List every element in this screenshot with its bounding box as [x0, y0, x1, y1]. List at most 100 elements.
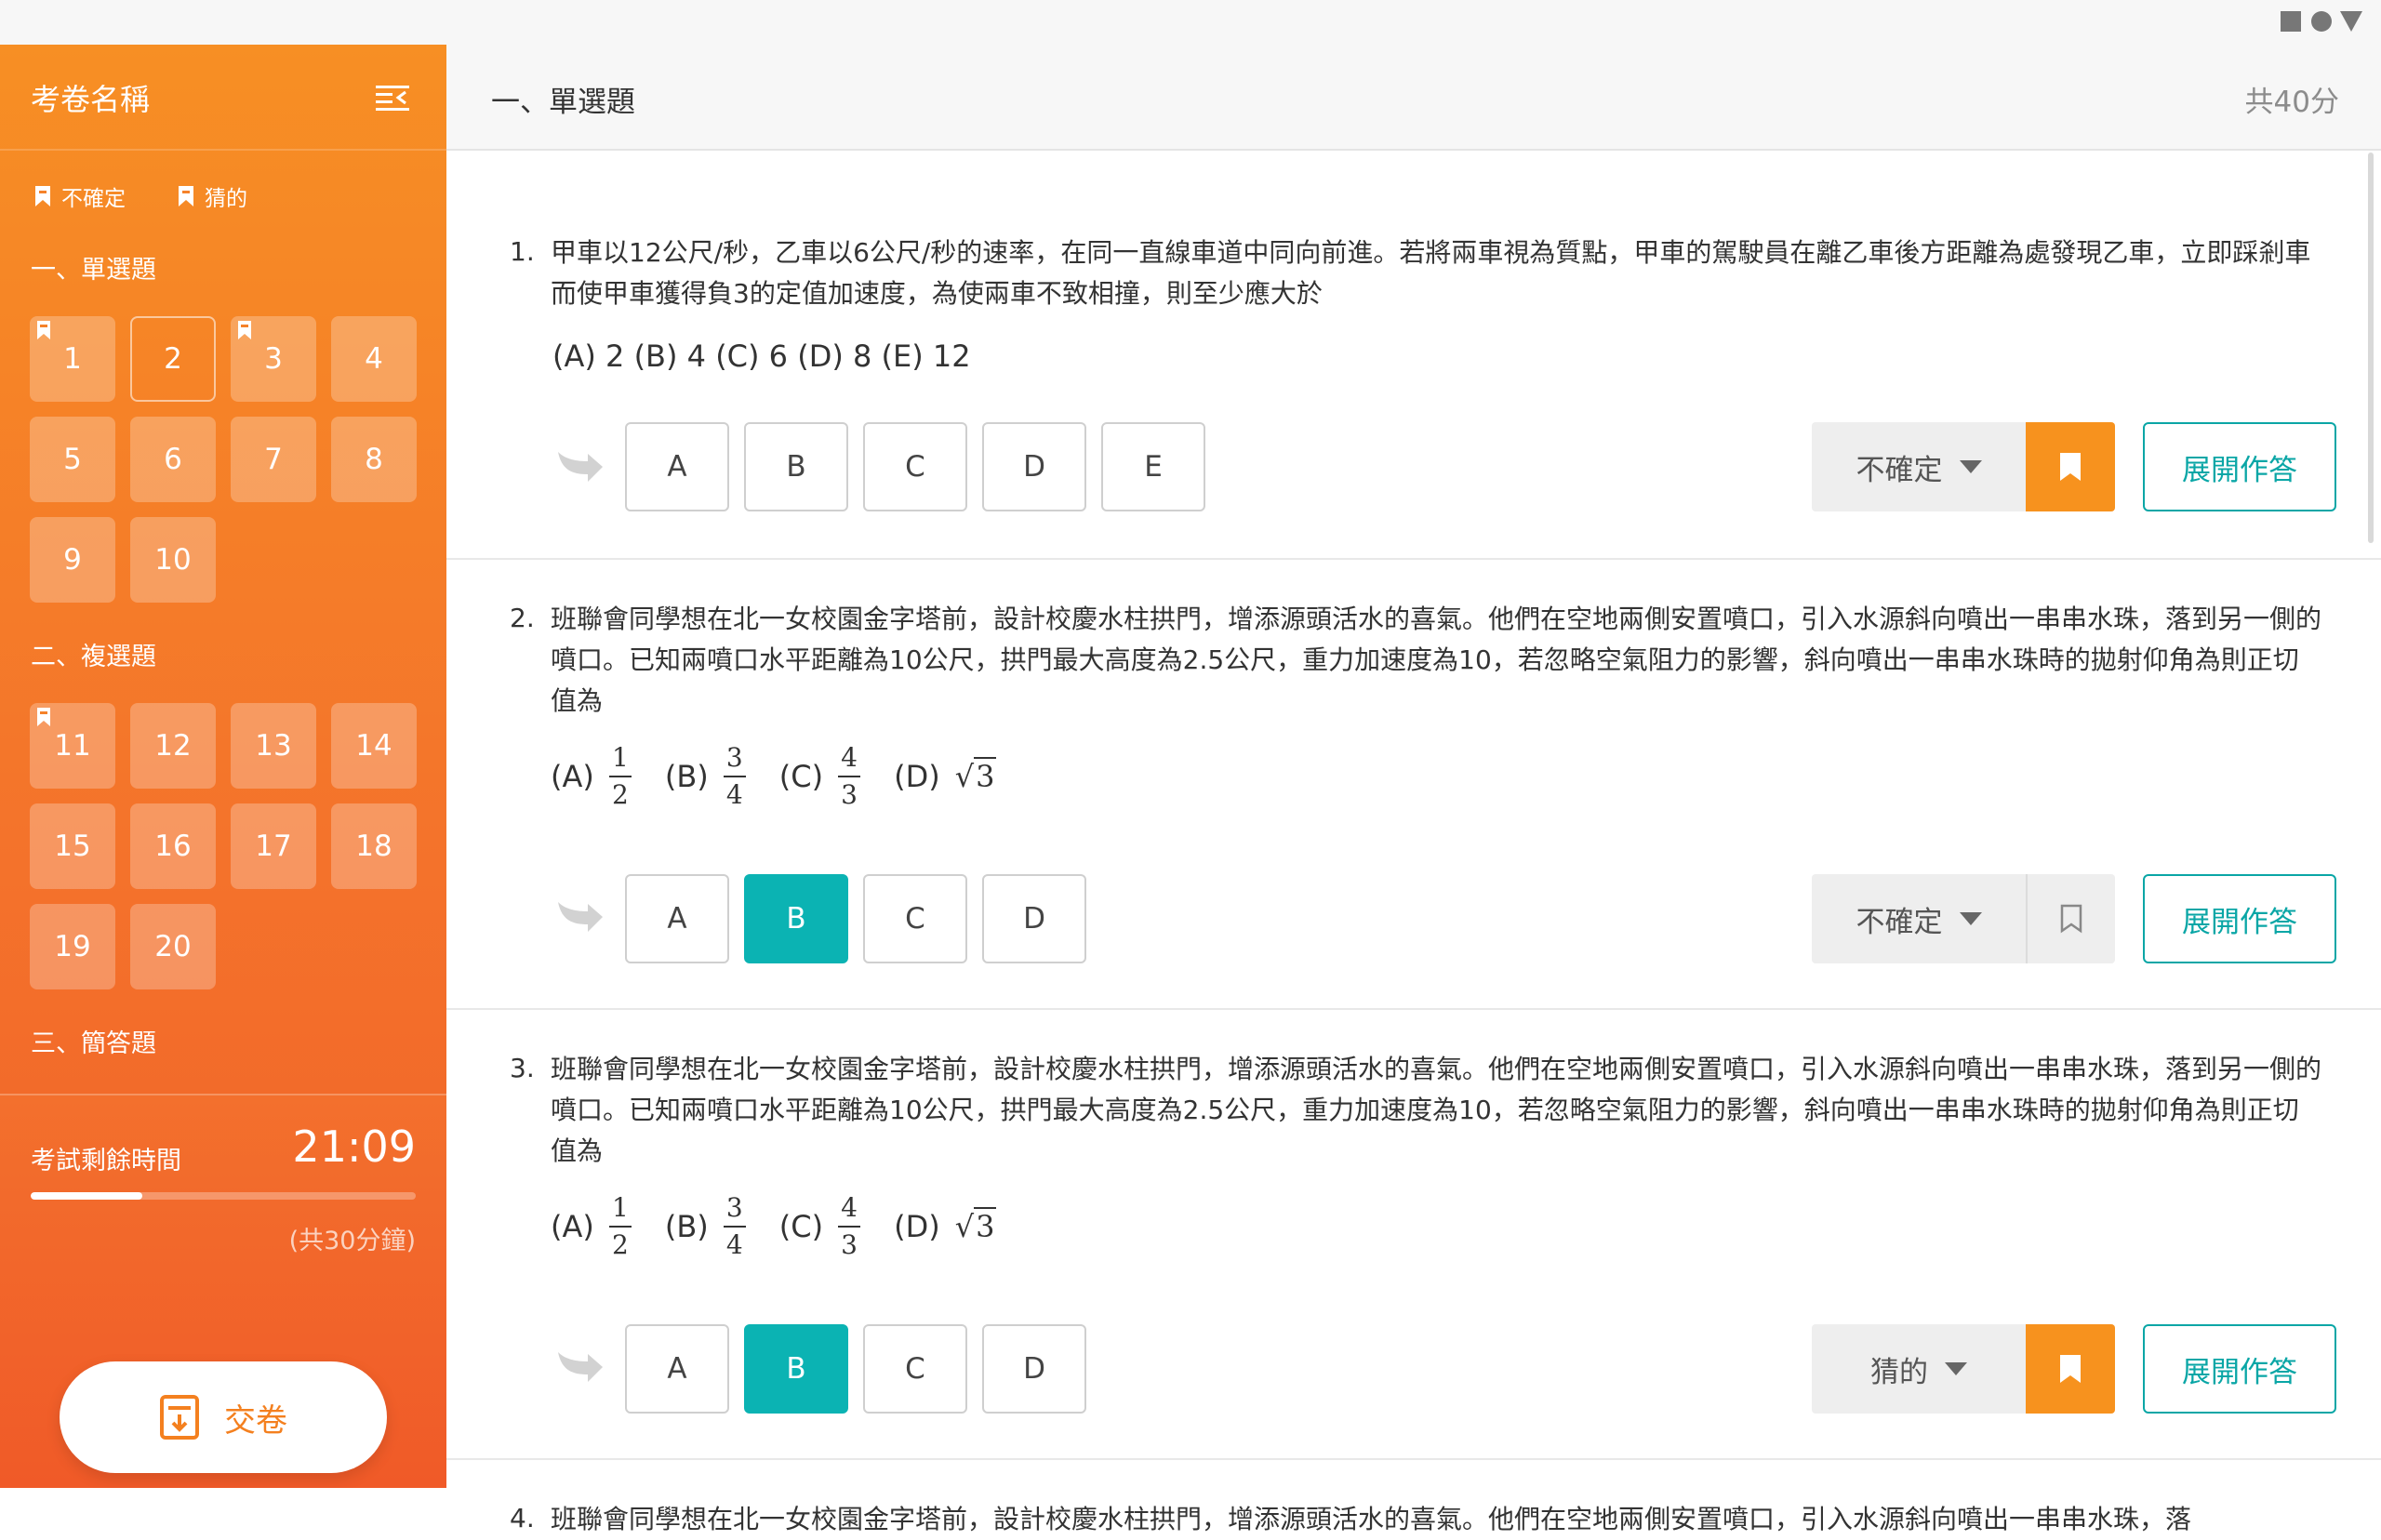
- question-nav-label: 20: [154, 930, 192, 963]
- bookmark-icon: [2060, 1355, 2081, 1383]
- question-nav-label: 10: [154, 543, 192, 577]
- answer-option-d[interactable]: D: [982, 1324, 1086, 1414]
- question-nav-button[interactable]: 20: [130, 904, 216, 989]
- answer-option-c[interactable]: C: [863, 1324, 967, 1414]
- legend-guess-label: 猜的: [205, 187, 247, 211]
- timer-value: 21:09: [292, 1122, 416, 1172]
- expand-answer-button[interactable]: 展開作答: [2143, 422, 2336, 511]
- section-title-single: 一、單選題: [31, 256, 156, 285]
- question-nav-button[interactable]: 9: [30, 517, 115, 603]
- main-content: 一、單選題 共40分 1. 甲車以12公尺/秒，乙車以6公尺/秒的速率，在同一直…: [446, 45, 2381, 1534]
- status-dropdown[interactable]: 不確定: [1812, 422, 2026, 511]
- question-nav-button[interactable]: 15: [30, 803, 115, 889]
- scrollbar[interactable]: [2368, 153, 2374, 543]
- bookmark-icon: [35, 186, 50, 206]
- question-nav-label: 11: [54, 729, 91, 763]
- question-number: 2.: [510, 603, 535, 633]
- question-nav-button[interactable]: 18: [331, 803, 417, 889]
- question-nav-label: 5: [63, 443, 82, 476]
- answer-option-a[interactable]: A: [625, 422, 729, 511]
- question-nav-label: 3: [264, 342, 283, 376]
- bookmark-button[interactable]: [2026, 422, 2115, 511]
- timer-total: (共30分鐘): [288, 1227, 416, 1255]
- option-d: (D) √3: [894, 757, 997, 794]
- answer-option-e[interactable]: E: [1101, 422, 1205, 511]
- question-nav-label: 12: [154, 729, 192, 763]
- status-dropdown[interactable]: 猜的: [1812, 1324, 2026, 1414]
- submit-button[interactable]: 交卷: [60, 1361, 387, 1473]
- bookmark-icon: [2060, 904, 2082, 934]
- answer-option-b[interactable]: B: [744, 874, 848, 963]
- question-options: (A) 1 2 (B) 3 4 (C) 4 3 (D) √3: [551, 744, 997, 809]
- question-nav-label: 14: [355, 729, 392, 763]
- question-nav-button[interactable]: 14: [331, 703, 417, 789]
- question-nav-label: 4: [365, 342, 383, 376]
- question-nav-button[interactable]: 11: [30, 703, 115, 789]
- answer-option-d[interactable]: D: [982, 422, 1086, 511]
- next-arrow-icon[interactable]: [556, 896, 605, 934]
- total-score: 共40分: [2244, 86, 2339, 119]
- page-title: 一、單選題: [491, 86, 635, 119]
- question-nav-button[interactable]: 17: [231, 803, 316, 889]
- question-nav-label: 16: [154, 830, 192, 863]
- timer-panel: 考試剩餘時間 21:09 (共30分鐘) 交卷: [0, 1094, 446, 1488]
- bookmark-icon: [37, 321, 50, 339]
- option-b: (B) 3 4: [665, 744, 746, 809]
- home-icon: [2311, 11, 2332, 32]
- legend-guess: 猜的: [177, 180, 247, 212]
- question-nav-button[interactable]: 8: [331, 417, 417, 502]
- next-arrow-icon[interactable]: [556, 1347, 605, 1384]
- question-card: 2. 班聯會同學想在北一女校園金字塔前，設計校慶水柱拱門，增添源頭活水的喜氣。他…: [446, 560, 2381, 1010]
- question-number: 3.: [510, 1053, 535, 1083]
- question-nav-button[interactable]: 10: [130, 517, 216, 603]
- question-text: 甲車以12公尺/秒，乙車以6公尺/秒的速率，在同一直線車道中同向前進。若將兩車視…: [551, 237, 2311, 309]
- question-nav-button[interactable]: 7: [231, 417, 316, 502]
- question-nav-button[interactable]: 16: [130, 803, 216, 889]
- back-icon: [2340, 11, 2362, 32]
- question-nav-label: 15: [54, 830, 91, 863]
- question-nav-button[interactable]: 2: [130, 316, 216, 402]
- answer-option-c[interactable]: C: [863, 874, 967, 963]
- status-label: 猜的: [1870, 1355, 1928, 1389]
- question-nav-label: 18: [355, 830, 392, 863]
- question-nav-label: 19: [54, 930, 91, 963]
- next-arrow-icon[interactable]: [556, 446, 605, 484]
- exam-title: 考卷名稱: [31, 82, 151, 117]
- submit-document-icon: [160, 1395, 199, 1440]
- question-nav-button[interactable]: 6: [130, 417, 216, 502]
- answer-option-b[interactable]: B: [744, 1324, 848, 1414]
- status-dropdown[interactable]: 不確定: [1812, 874, 2026, 963]
- expand-answer-button[interactable]: 展開作答: [2143, 874, 2336, 963]
- option-a: (A) 1 2: [551, 1194, 632, 1259]
- question-number: 1.: [510, 236, 535, 267]
- timer-progress-fill: [31, 1192, 143, 1200]
- timer-progress-bar: [31, 1192, 416, 1200]
- bookmark-button[interactable]: [2026, 1324, 2115, 1414]
- expand-answer-button[interactable]: 展開作答: [2143, 1324, 2336, 1414]
- question-text: 班聯會同學想在北一女校園金字塔前，設計校慶水柱拱門，增添源頭活水的喜氣。他們在空…: [551, 1504, 2192, 1534]
- bookmark-icon: [2060, 453, 2081, 481]
- question-nav-button[interactable]: 19: [30, 904, 115, 989]
- bookmark-button[interactable]: [2026, 874, 2115, 963]
- question-nav-label: 17: [255, 830, 292, 863]
- collapse-menu-icon[interactable]: [376, 82, 411, 112]
- answer-option-c[interactable]: C: [863, 422, 967, 511]
- status-label: 不確定: [1856, 905, 1943, 939]
- question-nav-button[interactable]: 1: [30, 316, 115, 402]
- question-options: (A) 1 2 (B) 3 4 (C) 4 3 (D) √3: [551, 1194, 997, 1259]
- answer-option-a[interactable]: A: [625, 1324, 729, 1414]
- answer-option-d[interactable]: D: [982, 874, 1086, 963]
- question-nav-button[interactable]: 3: [231, 316, 316, 402]
- bookmark-icon: [179, 186, 193, 206]
- question-nav-button[interactable]: 4: [331, 316, 417, 402]
- question-nav-button[interactable]: 5: [30, 417, 115, 502]
- answer-option-b[interactable]: B: [744, 422, 848, 511]
- main-header: 一、單選題 共40分: [446, 45, 2381, 151]
- question-nav-button[interactable]: 13: [231, 703, 316, 789]
- question-nav-label: 8: [365, 443, 383, 476]
- question-card: 1. 甲車以12公尺/秒，乙車以6公尺/秒的速率，在同一直線車道中同向前進。若將…: [446, 149, 2381, 560]
- question-nav-button[interactable]: 12: [130, 703, 216, 789]
- legend-unsure: 不確定: [33, 180, 126, 212]
- answer-option-a[interactable]: A: [625, 874, 729, 963]
- timer-label: 考試剩餘時間: [31, 1147, 181, 1175]
